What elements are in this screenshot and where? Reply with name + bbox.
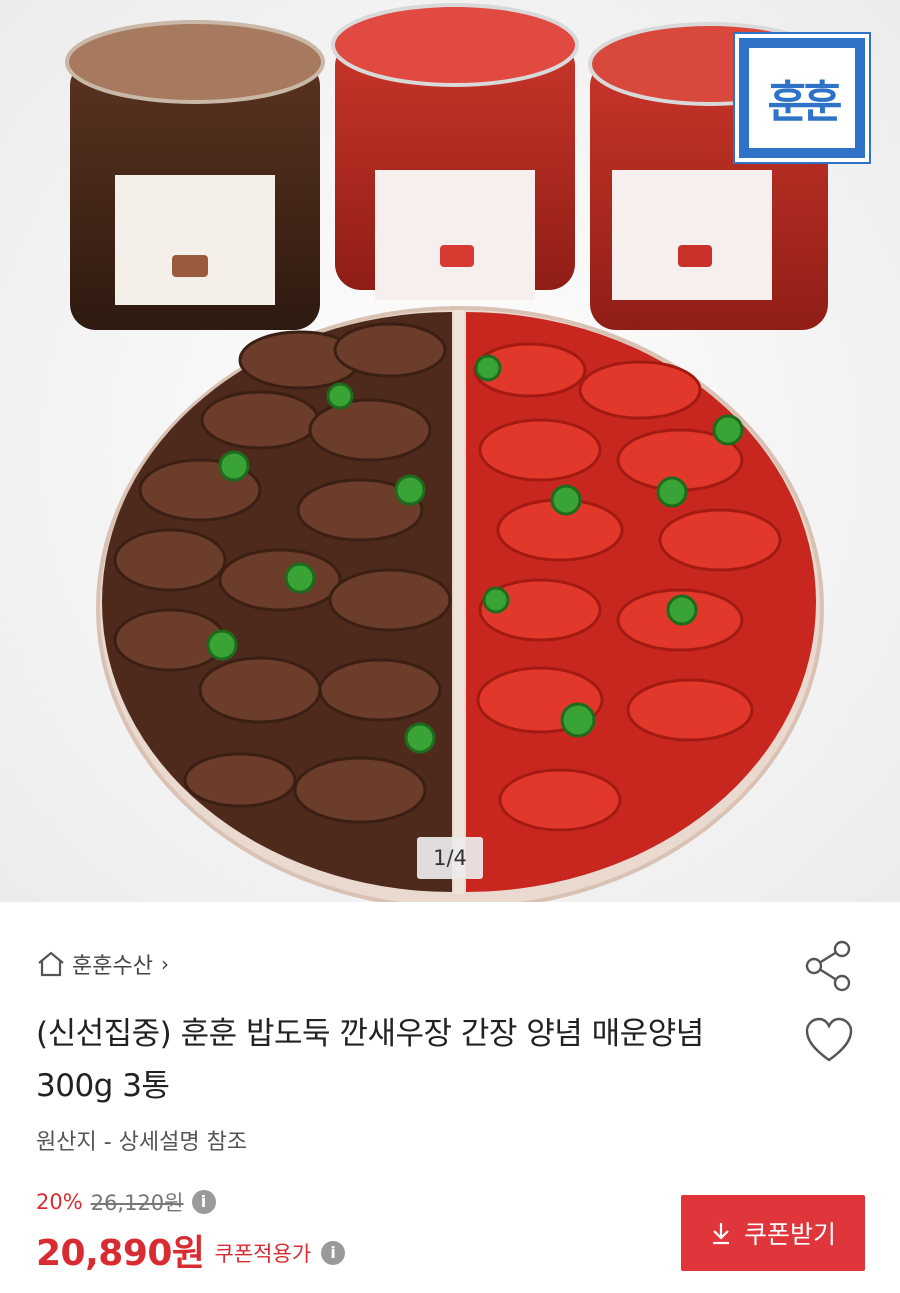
product-title: (신선집중) 훈훈 밥도둑 깐새우장 간장 양념 매운양념 300g 3통 [36,1016,704,1104]
final-price: 20,890원 [36,1233,205,1274]
download-icon [712,1223,729,1245]
original-price: 26,120원 [90,1191,184,1215]
price-original-row: 20% 26,120원 i [36,1187,216,1217]
store-link[interactable]: 훈훈수산 › [36,948,169,980]
origin-info: 원산지 - 상세설명 참조 [36,1130,248,1155]
heart-icon [805,1017,853,1062]
coupon-price-label: 쿠폰적용가 [214,1242,312,1266]
brand-logo-badge: 훈훈 [733,32,871,164]
jar-seasoned [331,3,579,300]
get-coupon-label: 쿠폰받기 [743,1220,836,1249]
brand-logo-text: 훈훈 [749,48,855,148]
product-image-carousel[interactable]: 훈훈 1/4 [0,0,900,902]
get-coupon-button[interactable]: 쿠폰받기 [681,1195,865,1271]
discount-rate: 20% [36,1190,83,1214]
share-button[interactable] [800,938,856,994]
share-icon [805,940,851,992]
wishlist-button[interactable] [802,1014,856,1068]
chevron-right-icon: › [160,952,169,976]
image-counter: 1/4 [417,837,483,879]
info-icon[interactable]: i [191,1190,216,1214]
store-name: 훈훈수산 [72,954,153,979]
jar-soy-sauce [65,20,325,330]
info-icon[interactable]: i [321,1241,346,1265]
home-icon [38,951,64,977]
price-final-row: 20,890원 쿠폰적용가 i [36,1224,346,1276]
